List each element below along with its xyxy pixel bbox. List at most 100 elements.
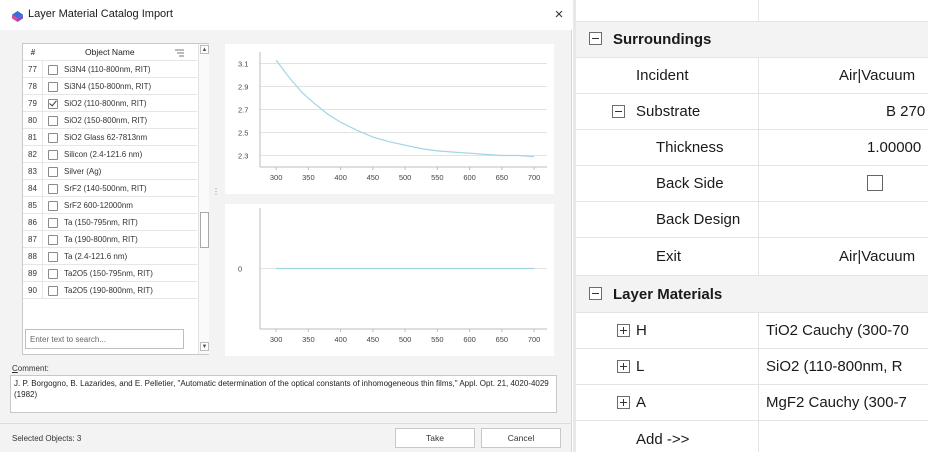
take-button[interactable]: Take	[395, 428, 475, 448]
back-side-checkbox[interactable]	[867, 175, 883, 191]
material-list: # Object Name 77 Si3N4 (110-800nm, RIT) 78…	[22, 43, 209, 355]
list-item[interactable]: 86 Ta (150-795nm, RIT)	[23, 214, 197, 231]
list-item-checkbox[interactable]	[48, 116, 58, 126]
list-item-checkbox[interactable]	[48, 201, 58, 211]
list-item-name: Ta2O5 (150-795nm, RIT)	[64, 269, 153, 278]
property-row-substrate[interactable]: Substrate B 270	[576, 94, 928, 130]
column-divider	[758, 0, 759, 21]
x-tick-label: 600	[463, 173, 476, 182]
expand-icon[interactable]	[617, 360, 630, 373]
property-value[interactable]: Air|Vacuum	[839, 67, 915, 84]
category-layer-materials[interactable]: Layer Materials	[576, 276, 928, 313]
add-layer-material-link[interactable]: Add ->>	[636, 431, 689, 448]
x-tick-label: 450	[367, 173, 380, 182]
category-surroundings[interactable]: Surroundings	[576, 22, 928, 58]
refractive-index-chart: 2.3 2.5 2.7 2.9 3.1 300 350 400 450 500 550 600 650 7…	[225, 44, 554, 194]
layer-material-row[interactable]: L SiO2 (110-800nm, R	[576, 349, 928, 385]
splitter-handle[interactable]: ⋮	[212, 188, 220, 204]
list-item[interactable]: 90 Ta2O5 (190-800nm, RIT)	[23, 282, 197, 299]
list-item-name: SrF2 (140-500nm, RIT)	[64, 184, 147, 193]
app-logo-icon	[12, 11, 23, 22]
list-item[interactable]: 88 Ta (2.4-121.6 nm)	[23, 248, 197, 265]
extinction-chart: 0 300 350 400 450 500 550 600 650 700	[225, 204, 554, 356]
list-item[interactable]: 81 SiO2 Glass 62-7813nm	[23, 129, 197, 146]
y-tick-label: 2.5	[238, 129, 248, 138]
x-tick-label: 600	[463, 335, 476, 344]
layer-material-label: L	[636, 358, 645, 375]
layer-material-value[interactable]: SiO2 (110-800nm, R	[766, 358, 902, 375]
property-row-back-design[interactable]: Back Design	[576, 202, 928, 238]
list-item[interactable]: 77 Si3N4 (110-800nm, RIT)	[23, 61, 197, 78]
list-item-number: 78	[23, 78, 43, 95]
list-item[interactable]: 87 Ta (190-800nm, RIT)	[23, 231, 197, 248]
list-item-checkbox[interactable]	[48, 65, 58, 75]
expand-icon[interactable]	[617, 396, 630, 409]
scrollbar-thumb[interactable]	[200, 212, 209, 248]
cancel-button[interactable]: Cancel	[481, 428, 561, 448]
property-label: Incident	[636, 67, 689, 84]
list-item-number: 81	[23, 129, 43, 146]
collapse-icon[interactable]	[612, 105, 625, 118]
list-item-checkbox[interactable]	[48, 218, 58, 228]
y-tick-label: 0	[238, 265, 242, 274]
scroll-down-arrow-icon[interactable]: ▼	[200, 342, 209, 351]
property-row-back-side[interactable]: Back Side	[576, 166, 928, 202]
search-input[interactable]	[25, 329, 184, 349]
list-scrollbar[interactable]: ▲ ▼	[198, 44, 209, 354]
x-tick-label: 350	[302, 173, 315, 182]
dialog-titlebar: Layer Material Catalog Import ×	[0, 0, 572, 30]
expand-icon[interactable]	[617, 324, 630, 337]
column-header-number[interactable]: #	[23, 44, 43, 61]
layer-material-row[interactable]: H TiO2 Cauchy (300-70	[576, 313, 928, 349]
list-item-checkbox[interactable]	[48, 286, 58, 296]
list-item-number: 82	[23, 146, 43, 163]
x-tick-label: 700	[528, 335, 541, 344]
property-row-exit[interactable]: Exit Air|Vacuum	[576, 238, 928, 276]
property-row-incident[interactable]: Incident Air|Vacuum	[576, 58, 928, 94]
list-item-name: SiO2 Glass 62-7813nm	[64, 133, 148, 142]
list-item-number: 89	[23, 265, 43, 282]
series-line	[275, 59, 535, 158]
list-item-checkbox[interactable]	[48, 99, 58, 109]
list-item[interactable]: 82 Silicon (2.4-121.6 nm)	[23, 146, 197, 163]
column-divider	[758, 166, 759, 201]
layer-material-value[interactable]: TiO2 Cauchy (300-70	[766, 322, 909, 339]
list-item-number: 79	[23, 95, 43, 112]
property-value[interactable]: 1.00000	[867, 139, 921, 156]
list-item-checkbox[interactable]	[48, 235, 58, 245]
collapse-icon[interactable]	[589, 32, 602, 45]
list-item[interactable]: 80 SiO2 (150-800nm, RIT)	[23, 112, 197, 129]
list-item[interactable]: 79 SiO2 (110-800nm, RIT)	[23, 95, 197, 112]
list-item[interactable]: 85 SrF2 600-12000nm	[23, 197, 197, 214]
property-grid-top-row	[576, 0, 928, 22]
close-button[interactable]: ×	[550, 5, 568, 25]
collapse-icon[interactable]	[589, 287, 602, 300]
list-item-checkbox[interactable]	[48, 133, 58, 143]
property-row-thickness[interactable]: Thickness 1.00000	[576, 130, 928, 166]
scroll-up-arrow-icon[interactable]: ▲	[200, 45, 209, 54]
list-item-checkbox[interactable]	[48, 252, 58, 262]
list-item[interactable]: 78 Si3N4 (150-800nm, RIT)	[23, 78, 197, 95]
layer-material-catalog-dialog: Layer Material Catalog Import × # Object…	[0, 0, 572, 452]
dialog-title: Layer Material Catalog Import	[28, 8, 173, 20]
list-item[interactable]: 84 SrF2 (140-500nm, RIT)	[23, 180, 197, 197]
column-divider	[758, 130, 759, 165]
property-value[interactable]: Air|Vacuum	[839, 248, 915, 265]
property-value[interactable]: B 270	[886, 103, 925, 120]
layer-material-row[interactable]: A MgF2 Cauchy (300-7	[576, 385, 928, 421]
list-item-checkbox[interactable]	[48, 184, 58, 194]
y-tick-label: 2.3	[238, 152, 248, 161]
list-item[interactable]: 89 Ta2O5 (150-795nm, RIT)	[23, 265, 197, 282]
list-item-checkbox[interactable]	[48, 167, 58, 177]
sort-icon[interactable]	[175, 48, 184, 57]
column-divider	[758, 94, 759, 129]
column-header-object-name[interactable]: Object Name	[85, 44, 135, 61]
layer-material-value[interactable]: MgF2 Cauchy (300-7	[766, 394, 907, 411]
list-item-checkbox[interactable]	[48, 150, 58, 160]
list-item[interactable]: 83 Silver (Ag)	[23, 163, 197, 180]
property-grid: Surroundings Incident Air|Vacuum Substra…	[573, 0, 928, 452]
list-item-checkbox[interactable]	[48, 82, 58, 92]
list-item-checkbox[interactable]	[48, 269, 58, 279]
comment-text[interactable]: J. P. Borgogno, B. Lazarides, and E. Pel…	[10, 375, 557, 413]
property-row-add[interactable]: Add ->>	[576, 421, 928, 452]
